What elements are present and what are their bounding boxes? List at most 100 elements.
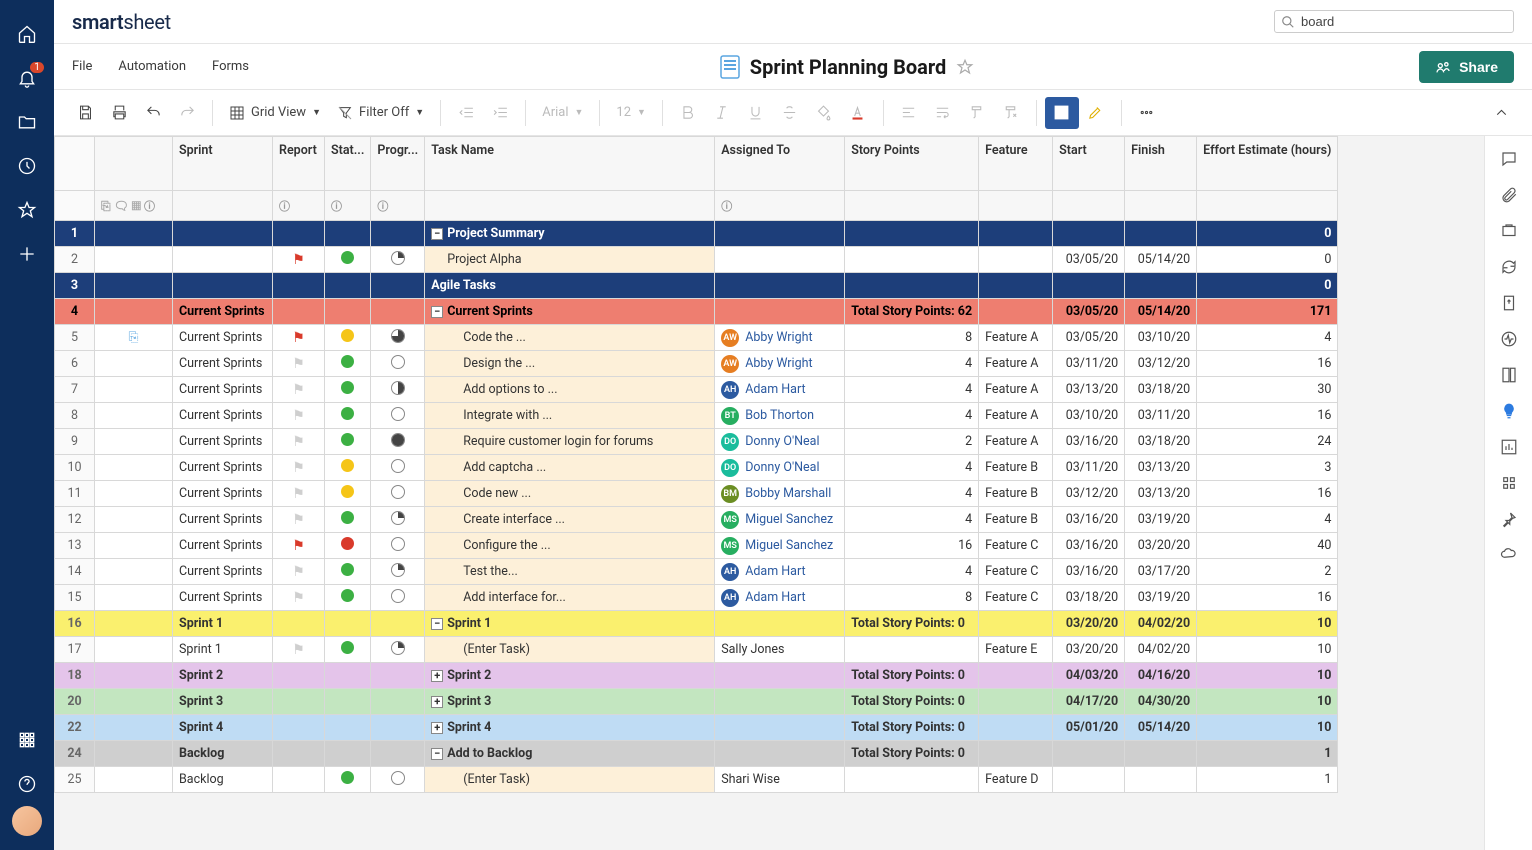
- cell-task[interactable]: Add captcha ...: [425, 455, 715, 481]
- cell-points[interactable]: 4: [845, 403, 979, 429]
- cell-assigned[interactable]: [715, 611, 845, 637]
- expand-toggle[interactable]: −: [431, 748, 443, 760]
- col-report[interactable]: Report: [273, 137, 325, 191]
- menu-automation[interactable]: Automation: [118, 59, 186, 74]
- align-icon[interactable]: [892, 97, 926, 129]
- expand-toggle[interactable]: −: [431, 228, 443, 240]
- col-points[interactable]: Story Points: [845, 137, 979, 191]
- cell-finish[interactable]: [1125, 221, 1197, 247]
- cell-finish[interactable]: 04/16/20: [1125, 663, 1197, 689]
- table-row[interactable]: 14Current Sprints⚑Test the...AHAdam Hart…: [55, 559, 1338, 585]
- cell-status[interactable]: [325, 325, 371, 351]
- cell-progress[interactable]: [371, 325, 425, 351]
- cell-assigned[interactable]: BMBobby Marshall: [715, 481, 845, 507]
- expand-toggle[interactable]: −: [431, 306, 443, 318]
- cell-points[interactable]: 4: [845, 507, 979, 533]
- cell-effort[interactable]: 2: [1197, 559, 1338, 585]
- save-icon[interactable]: [68, 97, 102, 129]
- cell-progress[interactable]: [371, 221, 425, 247]
- cell-assigned[interactable]: [715, 663, 845, 689]
- cell-progress[interactable]: [371, 247, 425, 273]
- cell-points[interactable]: [845, 247, 979, 273]
- cell-sprint[interactable]: Backlog: [173, 741, 273, 767]
- cell-assigned[interactable]: BTBob Thorton: [715, 403, 845, 429]
- cell-finish[interactable]: 04/30/20: [1125, 689, 1197, 715]
- col-sprint[interactable]: Sprint: [173, 137, 273, 191]
- cell-progress[interactable]: [371, 559, 425, 585]
- cell-effort[interactable]: 24: [1197, 429, 1338, 455]
- cell-progress[interactable]: [371, 403, 425, 429]
- cell-progress[interactable]: [371, 273, 425, 299]
- fill-color-icon[interactable]: [807, 97, 841, 129]
- table-row[interactable]: 11Current Sprints⚑Code new ...BMBobby Ma…: [55, 481, 1338, 507]
- cell-assigned[interactable]: [715, 689, 845, 715]
- cell-feature[interactable]: [979, 715, 1053, 741]
- col-assigned[interactable]: Assigned To: [715, 137, 845, 191]
- cell-task[interactable]: Project Alpha: [425, 247, 715, 273]
- cell-report[interactable]: [273, 221, 325, 247]
- cell-finish[interactable]: 03/12/20: [1125, 351, 1197, 377]
- table-row[interactable]: 22Sprint 4+Sprint 4Total Story Points: 0…: [55, 715, 1338, 741]
- cell-feature[interactable]: Feature B: [979, 455, 1053, 481]
- cell-sprint[interactable]: Current Sprints: [173, 325, 273, 351]
- pin-icon[interactable]: [1500, 510, 1518, 532]
- activity-icon[interactable]: [1500, 330, 1518, 352]
- cell-effort[interactable]: 16: [1197, 585, 1338, 611]
- cell-sprint[interactable]: Sprint 3: [173, 689, 273, 715]
- cell-progress[interactable]: [371, 429, 425, 455]
- cell-feature[interactable]: Feature C: [979, 559, 1053, 585]
- cell-assigned[interactable]: Sally Jones: [715, 637, 845, 663]
- favorite-star-icon[interactable]: [956, 58, 974, 76]
- cell-task[interactable]: Agile Tasks: [425, 273, 715, 299]
- cell-points[interactable]: 8: [845, 325, 979, 351]
- cell-start[interactable]: 03/11/20: [1053, 455, 1125, 481]
- attachments-icon[interactable]: [1500, 186, 1518, 208]
- table-row[interactable]: 5⎘Current Sprints⚑Code the ...AWAbby Wri…: [55, 325, 1338, 351]
- strike-icon[interactable]: [773, 97, 807, 129]
- table-row[interactable]: 12Current Sprints⚑Create interface ...MS…: [55, 507, 1338, 533]
- chart-icon[interactable]: [1500, 438, 1518, 460]
- cell-finish[interactable]: 03/17/20: [1125, 559, 1197, 585]
- cell-points[interactable]: [845, 221, 979, 247]
- search-box[interactable]: [1274, 10, 1514, 33]
- cell-status[interactable]: [325, 767, 371, 793]
- cell-task[interactable]: +Sprint 4: [425, 715, 715, 741]
- cell-status[interactable]: [325, 299, 371, 325]
- cell-task[interactable]: Add interface for...: [425, 585, 715, 611]
- col-progress[interactable]: Progr...: [371, 137, 425, 191]
- cell-points[interactable]: Total Story Points: 0: [845, 689, 979, 715]
- cell-start[interactable]: 03/20/20: [1053, 611, 1125, 637]
- cell-sprint[interactable]: [173, 273, 273, 299]
- comments-icon[interactable]: [1500, 150, 1518, 172]
- add-icon[interactable]: [0, 232, 54, 276]
- cell-finish[interactable]: [1125, 741, 1197, 767]
- print-icon[interactable]: [102, 97, 136, 129]
- cell-finish[interactable]: 04/02/20: [1125, 611, 1197, 637]
- cell-status[interactable]: [325, 741, 371, 767]
- highlight-icon[interactable]: [1079, 97, 1113, 129]
- cell-feature[interactable]: [979, 689, 1053, 715]
- cell-task[interactable]: +Sprint 3: [425, 689, 715, 715]
- clear-format-icon[interactable]: [994, 97, 1028, 129]
- cell-task[interactable]: −Current Sprints: [425, 299, 715, 325]
- cell-start[interactable]: 03/16/20: [1053, 429, 1125, 455]
- publish-icon[interactable]: [1500, 294, 1518, 316]
- cell-report[interactable]: [273, 715, 325, 741]
- table-row[interactable]: 10Current Sprints⚑Add captcha ...DODonny…: [55, 455, 1338, 481]
- cell-finish[interactable]: 05/14/20: [1125, 715, 1197, 741]
- cell-start[interactable]: 03/11/20: [1053, 351, 1125, 377]
- cell-report[interactable]: ⚑: [273, 637, 325, 663]
- cell-progress[interactable]: [371, 767, 425, 793]
- table-row[interactable]: 7Current Sprints⚑Add options to ...AHAda…: [55, 377, 1338, 403]
- proofs-icon[interactable]: [1500, 222, 1518, 244]
- cell-report[interactable]: [273, 299, 325, 325]
- cell-report[interactable]: ⚑: [273, 455, 325, 481]
- notifications-icon[interactable]: 1: [0, 56, 54, 100]
- search-input[interactable]: [1301, 14, 1507, 29]
- cell-start[interactable]: [1053, 741, 1125, 767]
- cell-assigned[interactable]: Shari Wise: [715, 767, 845, 793]
- cell-progress[interactable]: [371, 481, 425, 507]
- cell-task[interactable]: Code the ...: [425, 325, 715, 351]
- cell-effort[interactable]: 40: [1197, 533, 1338, 559]
- table-row[interactable]: 4Current Sprints−Current SprintsTotal St…: [55, 299, 1338, 325]
